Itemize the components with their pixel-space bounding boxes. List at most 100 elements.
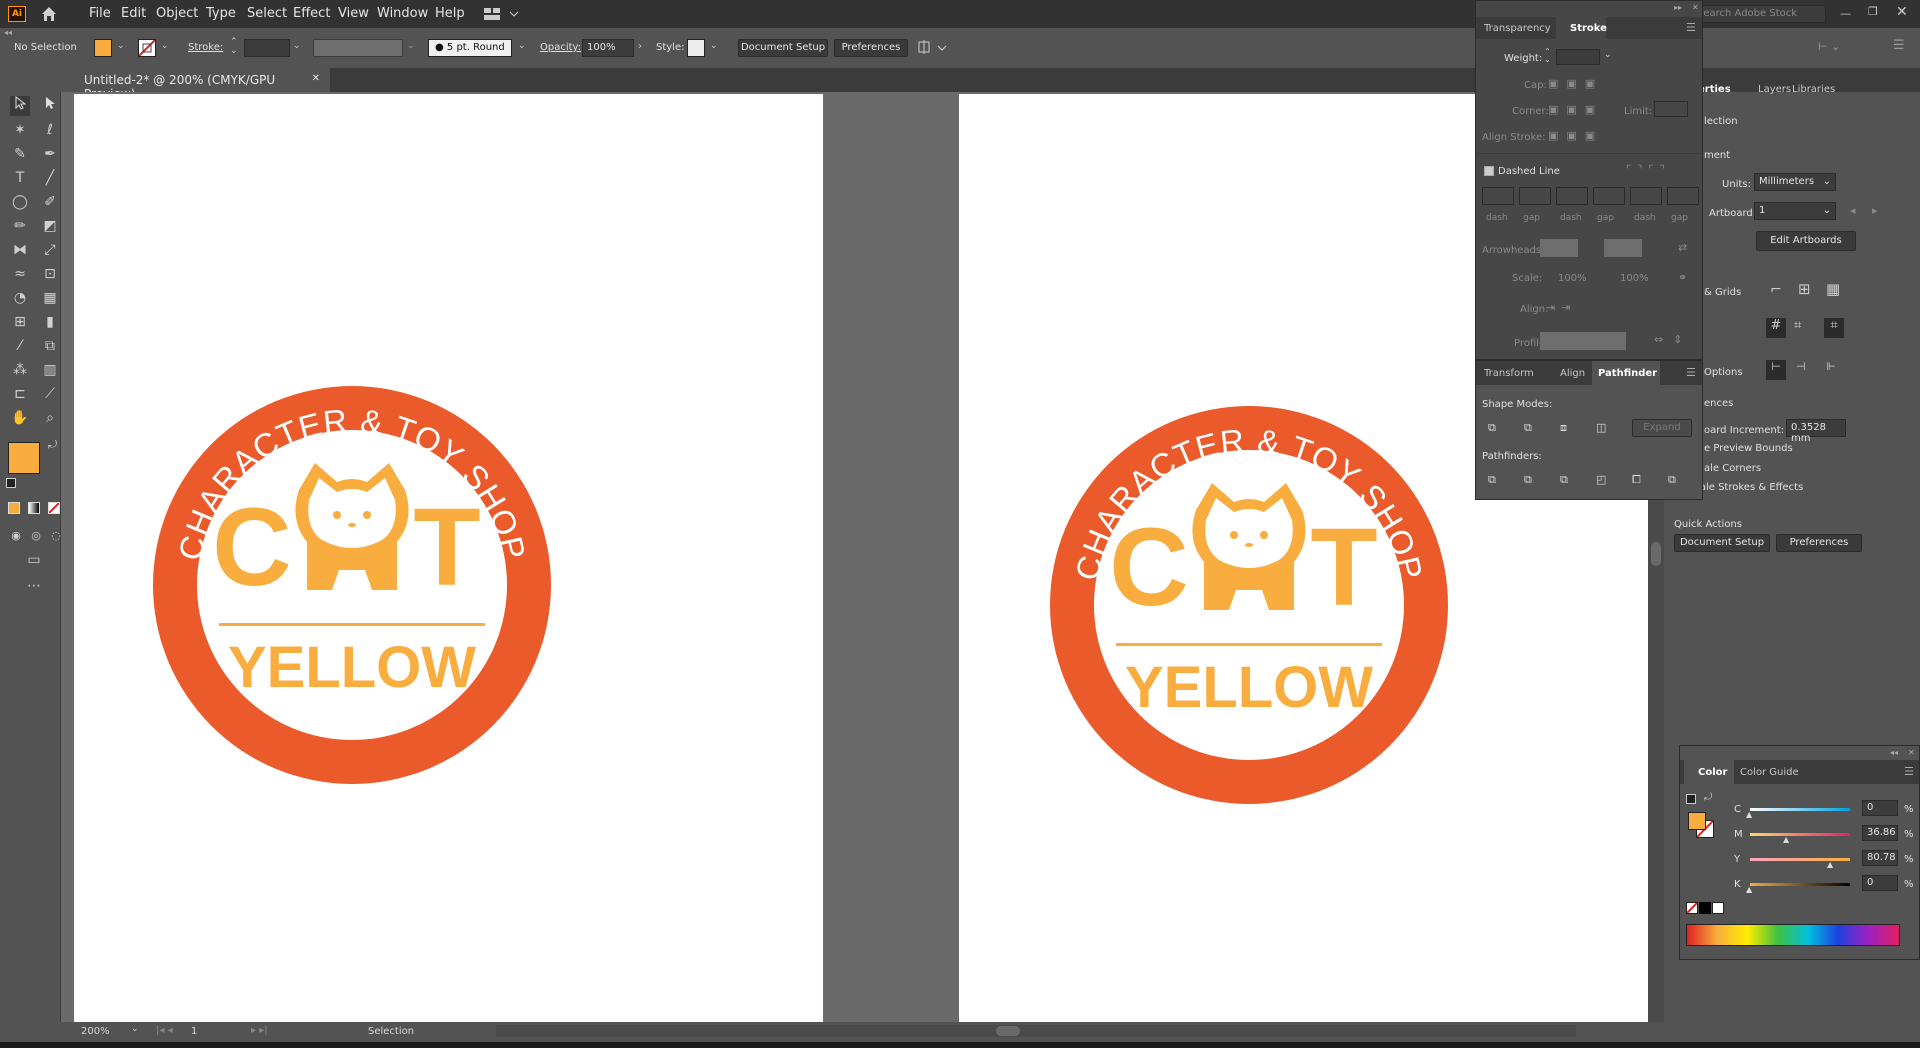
default-fill-stroke-icon[interactable] [1686, 794, 1696, 804]
merge-icon[interactable]: ⧉ [1560, 473, 1568, 487]
trim-icon[interactable]: ⧉ [1524, 473, 1532, 487]
tab-color[interactable]: Color [1698, 767, 1727, 778]
rulers-icon[interactable]: ⌐ [1770, 282, 1782, 298]
blend-tool-icon[interactable]: ⧉ [40, 336, 60, 356]
dash-input-3[interactable] [1630, 187, 1662, 205]
dash-alignment-icons[interactable]: ⌜⌝⌜⌝ [1626, 163, 1671, 176]
channel-c-slider[interactable] [1750, 808, 1850, 811]
arrange-documents-icon[interactable] [918, 40, 948, 56]
tab-transform[interactable]: Transform [1484, 368, 1534, 379]
channel-k-thumb[interactable]: ▲ [1746, 885, 1752, 894]
swap-arrowheads-icon[interactable]: ⇄ [1678, 241, 1687, 254]
panel-menu-icon[interactable]: ☰ [1904, 765, 1914, 778]
zoom-level[interactable]: 200% [81, 1026, 110, 1037]
swap-colors-icon[interactable]: ⤾ [48, 438, 57, 452]
chevron-down-icon[interactable]: ⌄ [117, 41, 125, 51]
color-spectrum[interactable] [1686, 924, 1900, 946]
tab-stroke[interactable]: Stroke [1570, 23, 1607, 34]
stroke-weight-input[interactable] [244, 39, 290, 57]
panel-close-icon[interactable]: ✕ [1908, 748, 1915, 757]
weight-stepper-icon[interactable]: ⌃ ⌄ [1544, 48, 1551, 64]
keyboard-increment-input[interactable]: 0.3528 mm [1786, 419, 1846, 444]
mesh-tool-icon[interactable]: ⊞ [10, 312, 30, 332]
intersect-icon[interactable]: ⧈ [1560, 421, 1567, 435]
gap-input-1[interactable] [1519, 187, 1551, 205]
weight-input[interactable] [1556, 49, 1600, 65]
draw-behind-icon[interactable]: ◎ [26, 526, 46, 546]
artboard-nav-first-icon[interactable]: |◂ ◂ [156, 1025, 173, 1036]
paintbrush-tool-icon[interactable]: ✐ [40, 192, 60, 212]
gradient-tool-icon[interactable]: ▮ [40, 312, 60, 332]
limit-input[interactable] [1654, 101, 1688, 117]
shape-builder-tool-icon[interactable]: ◔ [10, 288, 30, 308]
panel-close-icon[interactable]: ✕ [1692, 3, 1699, 12]
fill-swatch[interactable] [94, 39, 112, 57]
channel-y-thumb[interactable]: ▲ [1827, 860, 1833, 869]
cap-icons[interactable]: ▣▣▣ [1548, 77, 1603, 90]
menu-edit[interactable]: Edit [121, 6, 146, 21]
guides-icon[interactable]: # [1766, 318, 1786, 338]
zoom-tool-icon[interactable]: ⌕ [40, 408, 60, 428]
logo-artwork-right[interactable]: CHARACTER & TOY SHOP C T YELLOW [1024, 380, 1474, 830]
channel-m-slider[interactable] [1750, 833, 1850, 836]
symbol-sprayer-tool-icon[interactable]: ⁂ [10, 360, 30, 380]
quick-document-setup-button[interactable]: Document Setup [1674, 534, 1770, 552]
channel-y-input[interactable]: 80.78 [1862, 850, 1898, 866]
panel-menu-icon[interactable]: ☰ [1686, 21, 1696, 34]
close-window-icon[interactable]: ✕ [1896, 4, 1908, 20]
menu-object[interactable]: Object [156, 6, 198, 21]
tab-pathfinder[interactable]: Pathfinder [1598, 368, 1657, 379]
transparency-grid-icon[interactable]: ▦ [1826, 280, 1840, 298]
draw-normal-icon[interactable]: ◉ [6, 526, 26, 546]
flip-profile-icons[interactable]: ⇔⇕ [1654, 333, 1692, 346]
document-tab[interactable]: Untitled-2* @ 200% (CMYK/GPU Preview) ✕ [72, 68, 330, 101]
snap-to-grid-icon[interactable]: ⌗ [1824, 318, 1844, 338]
stock-search-input[interactable]: Search Adobe Stock [1692, 5, 1826, 23]
warp-tool-icon[interactable]: ≈ [10, 264, 30, 284]
chevron-down-icon[interactable]: ⌄ [407, 41, 415, 51]
close-tab-icon[interactable]: ✕ [312, 73, 320, 84]
crop-icon[interactable]: ◰ [1596, 473, 1606, 486]
gap-input-3[interactable] [1667, 187, 1699, 205]
chevron-down-icon[interactable]: ⌄ [710, 41, 718, 51]
restore-icon[interactable]: ❐ [1868, 5, 1878, 18]
artboard-tool-icon[interactable]: ⊏ [10, 384, 30, 404]
corner-icons[interactable]: ▣▣▣ [1548, 103, 1603, 116]
workspace-switcher-icon[interactable] [484, 7, 519, 21]
line-tool-icon[interactable]: ╱ [40, 168, 60, 188]
link-scale-icon[interactable]: ⚭ [1678, 271, 1687, 284]
document-setup-button[interactable]: Document Setup [738, 39, 828, 57]
menu-window[interactable]: Window [377, 6, 428, 21]
smart-guides-icon[interactable]: ⌗ [1794, 318, 1801, 333]
scale-corners-label[interactable]: ale Corners [1704, 463, 1761, 474]
perspective-grid-tool-icon[interactable]: ▦ [40, 288, 60, 308]
tab-libraries[interactable]: Libraries [1792, 84, 1835, 95]
preferences-button[interactable]: Preferences [834, 39, 908, 57]
chevron-right-icon[interactable]: › [638, 41, 642, 52]
menu-type[interactable]: Type [206, 6, 236, 21]
graphic-style-swatch[interactable] [687, 39, 705, 57]
screen-mode-icon[interactable]: ▭ [24, 550, 44, 570]
gradient-mode-icon[interactable] [28, 502, 40, 514]
magic-wand-tool-icon[interactable]: ✶ [10, 120, 30, 140]
black-swatch[interactable] [1699, 902, 1711, 914]
artboard-nav-next-icon[interactable]: ▸ ▸| [251, 1025, 268, 1036]
panel-collapse-icon[interactable]: ◂◂ [1890, 748, 1898, 757]
channel-m-thumb[interactable]: ▲ [1783, 835, 1789, 844]
chevron-down-icon[interactable]: ⌄ [161, 41, 169, 51]
next-artboard-icon[interactable]: ▸ [1872, 204, 1878, 217]
preview-bounds-label[interactable]: e Preview Bounds [1704, 443, 1793, 454]
more-tools-icon[interactable]: ⋯ [24, 576, 44, 596]
menu-icon[interactable]: ☰ [1893, 38, 1905, 53]
edit-artboards-button[interactable]: Edit Artboards [1756, 231, 1856, 251]
color-mode-icon[interactable] [8, 502, 20, 514]
divide-icon[interactable]: ⧉ [1488, 473, 1496, 487]
pen-tool-icon[interactable]: ✒ [40, 144, 60, 164]
unite-icon[interactable]: ⧉ [1488, 421, 1496, 435]
reflect-tool-icon[interactable]: ⧓ [10, 240, 30, 260]
minimize-icon[interactable]: — [1840, 7, 1851, 20]
channel-k-slider[interactable] [1750, 883, 1850, 886]
expand-button[interactable]: Expand [1632, 419, 1692, 437]
home-icon[interactable] [40, 5, 58, 23]
units-select[interactable]: Millimeters ⌄ [1754, 173, 1836, 191]
